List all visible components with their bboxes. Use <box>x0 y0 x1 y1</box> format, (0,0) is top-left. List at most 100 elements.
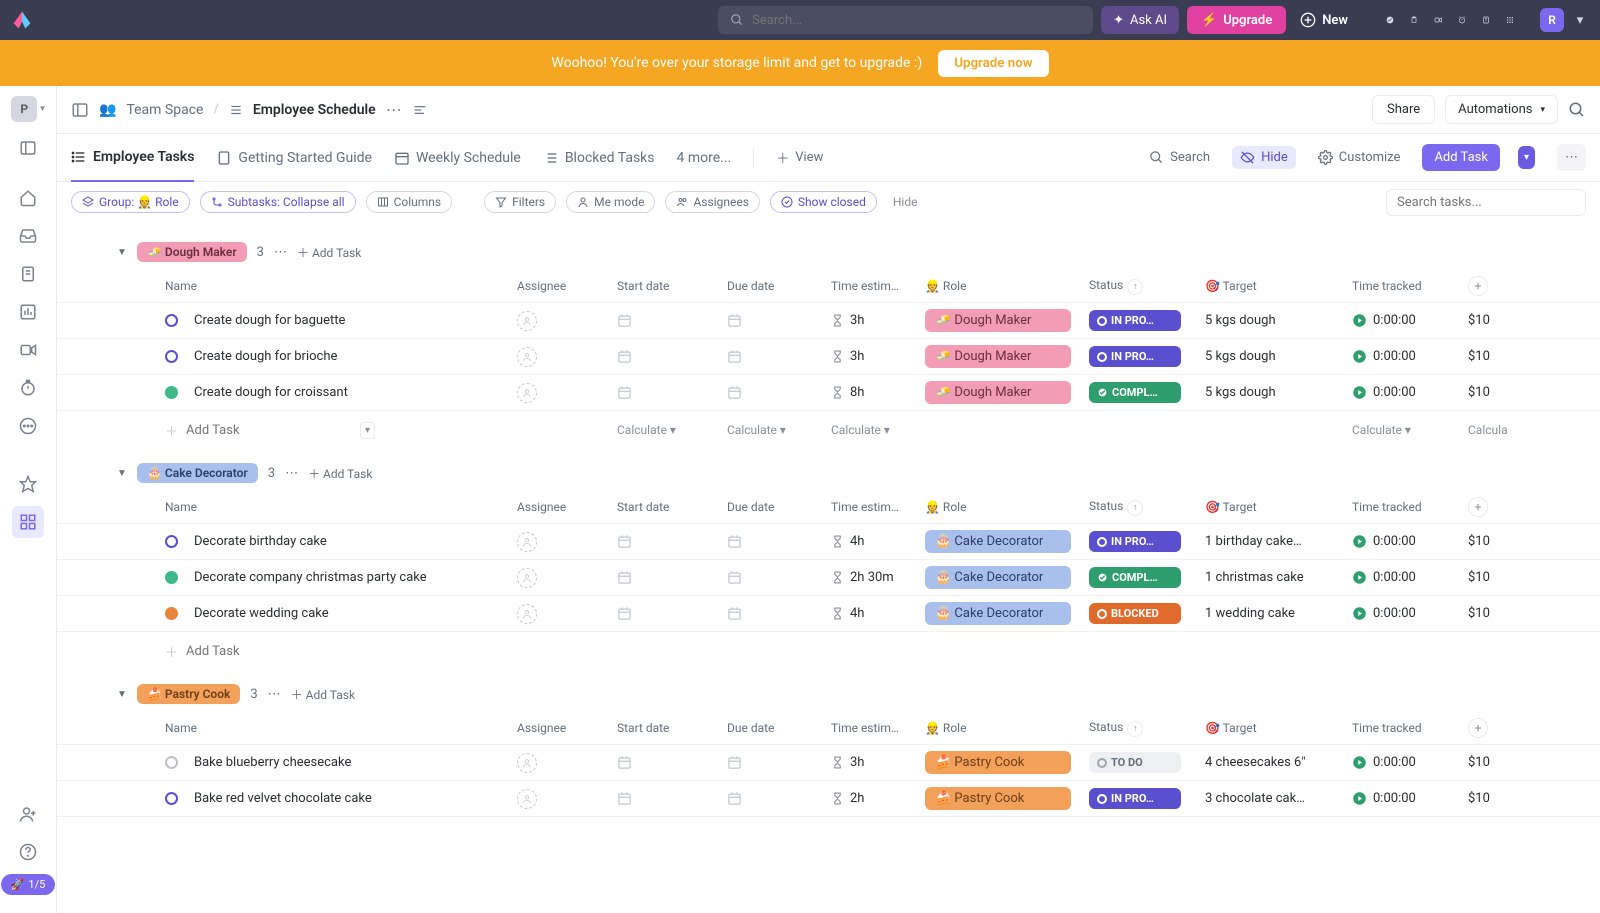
text-align-icon[interactable] <box>412 102 428 118</box>
notepad-icon[interactable] <box>1478 12 1494 28</box>
tab-more[interactable]: 4 more... <box>677 134 732 182</box>
upgrade-button[interactable]: ⚡ Upgrade <box>1187 6 1286 34</box>
invite-icon[interactable] <box>12 798 44 830</box>
breadcrumb-space[interactable]: Team Space <box>126 102 203 118</box>
video-icon[interactable] <box>1430 12 1446 28</box>
status-dot-icon[interactable] <box>165 756 178 769</box>
group-label-chip[interactable]: 🎂 Cake Decorator <box>137 463 258 483</box>
due-date-cell[interactable] <box>727 570 831 585</box>
inbox-icon[interactable] <box>12 220 44 252</box>
task-name-cell[interactable]: Decorate birthday cake <box>165 534 517 549</box>
plus-icon[interactable]: ＋ <box>165 642 178 661</box>
clips-icon[interactable] <box>12 334 44 366</box>
role-cell[interactable]: 🍰 Pastry Cook <box>925 751 1089 774</box>
chevron-down-icon[interactable]: ▾ <box>40 104 45 114</box>
show-closed-pill[interactable]: Show closed <box>770 191 877 213</box>
start-date-cell[interactable] <box>617 349 727 364</box>
add-task-button[interactable]: Add Task <box>1422 144 1500 171</box>
add-column-button[interactable]: + <box>1468 276 1508 296</box>
favorites-icon[interactable] <box>12 468 44 500</box>
status-cell[interactable]: COMPL… <box>1089 382 1205 403</box>
target-cell[interactable]: 3 chocolate cak… <box>1205 791 1352 806</box>
calculate-cost[interactable]: Calcula <box>1468 423 1508 437</box>
time-estimate-cell[interactable]: 3h <box>831 313 925 328</box>
user-avatar[interactable]: R <box>1540 8 1564 32</box>
group-add-task[interactable]: ＋ Add Task <box>297 244 361 261</box>
column-time-tracked[interactable]: Time tracked <box>1352 279 1468 293</box>
assign-placeholder-icon[interactable] <box>517 604 537 624</box>
apps-grid-icon[interactable] <box>1502 12 1518 28</box>
target-cell[interactable]: 1 birthday cake… <box>1205 534 1352 549</box>
target-cell[interactable]: 1 christmas cake <box>1205 570 1352 585</box>
banner-upgrade-button[interactable]: Upgrade now <box>938 50 1048 77</box>
column-time-estimate[interactable]: Time estim… <box>831 279 925 293</box>
me-mode-pill[interactable]: Me mode <box>566 191 655 213</box>
column-target[interactable]: 🎯 Target <box>1205 279 1352 293</box>
role-cell[interactable]: 🧈 Dough Maker <box>925 309 1089 332</box>
task-search-box[interactable] <box>1386 189 1586 216</box>
add-column-button[interactable]: + <box>1468 718 1508 738</box>
task-name-cell[interactable]: Decorate wedding cake <box>165 606 517 621</box>
docs-icon[interactable] <box>12 258 44 290</box>
due-date-cell[interactable] <box>727 385 831 400</box>
task-row[interactable]: Bake blueberry cheesecake 3h 🍰 Pastry Co… <box>57 745 1600 781</box>
cost-cell[interactable]: $10 <box>1468 385 1508 400</box>
group-add-task[interactable]: ＋ Add Task <box>291 686 355 703</box>
cost-cell[interactable]: $10 <box>1468 791 1508 806</box>
automations-button[interactable]: Automations ▾ <box>1445 95 1558 124</box>
hide-button[interactable]: Hide <box>1232 146 1296 169</box>
subtasks-pill[interactable]: Subtasks: Collapse all <box>200 191 356 213</box>
status-dot-icon[interactable] <box>165 386 178 399</box>
column-status[interactable]: Status↑ <box>1089 499 1205 516</box>
time-tracked-cell[interactable]: 0:00:00 <box>1352 313 1468 328</box>
tab-employee-tasks[interactable]: Employee Tasks <box>71 134 194 182</box>
role-cell[interactable]: 🎂 Cake Decorator <box>925 566 1089 589</box>
assignee-cell[interactable] <box>517 311 617 331</box>
start-date-cell[interactable] <box>617 791 727 806</box>
start-date-cell[interactable] <box>617 755 727 770</box>
task-row[interactable]: Create dough for croissant 8h 🧈 Dough Ma… <box>57 375 1600 411</box>
collapse-group-icon[interactable]: ▼ <box>117 689 127 700</box>
time-tracked-cell[interactable]: 0:00:00 <box>1352 755 1468 770</box>
status-cell[interactable]: IN PRO… <box>1089 310 1205 331</box>
role-cell[interactable]: 🎂 Cake Decorator <box>925 602 1089 625</box>
target-cell[interactable]: 4 cheesecakes 6" <box>1205 755 1352 770</box>
global-search[interactable] <box>718 6 1093 34</box>
add-task-dropdown-icon[interactable]: ▾ <box>360 422 375 439</box>
time-tracked-cell[interactable]: 0:00:00 <box>1352 534 1468 549</box>
cost-cell[interactable]: $10 <box>1468 755 1508 770</box>
tab-weekly-schedule[interactable]: Weekly Schedule <box>394 134 521 182</box>
calculate-start[interactable]: Calculate ▾ <box>617 423 727 437</box>
play-icon[interactable] <box>1352 570 1367 585</box>
assignee-cell[interactable] <box>517 383 617 403</box>
play-icon[interactable] <box>1352 349 1367 364</box>
group-label-chip[interactable]: 🧈 Dough Maker <box>137 242 247 262</box>
task-name-cell[interactable]: Create dough for brioche <box>165 349 517 364</box>
collapse-sidebar-icon[interactable] <box>71 101 89 119</box>
assignee-cell[interactable] <box>517 532 617 552</box>
add-task-input[interactable] <box>186 423 352 438</box>
add-view-button[interactable]: ＋ View <box>776 148 823 167</box>
due-date-cell[interactable] <box>727 755 831 770</box>
column-assignee[interactable]: Assignee <box>517 500 617 514</box>
column-time-tracked[interactable]: Time tracked <box>1352 721 1468 735</box>
column-start-date[interactable]: Start date <box>617 500 727 514</box>
task-row[interactable]: Decorate birthday cake 4h 🎂 Cake Decorat… <box>57 524 1600 560</box>
status-cell[interactable]: IN PRO… <box>1089 788 1205 809</box>
assignee-cell[interactable] <box>517 347 617 367</box>
spaces-icon[interactable] <box>12 506 44 538</box>
chevron-down-icon[interactable]: ▾ <box>1572 12 1588 28</box>
cost-cell[interactable]: $10 <box>1468 534 1508 549</box>
column-due-date[interactable]: Due date <box>727 721 831 735</box>
play-icon[interactable] <box>1352 534 1367 549</box>
columns-pill[interactable]: Columns <box>366 191 453 213</box>
customize-button[interactable]: Customize <box>1318 150 1401 165</box>
collapse-group-icon[interactable]: ▼ <box>117 468 127 479</box>
home-icon[interactable] <box>12 182 44 214</box>
time-estimate-cell[interactable]: 8h <box>831 385 925 400</box>
target-cell[interactable]: 5 kgs dough <box>1205 349 1352 364</box>
workspace-switcher[interactable]: P <box>11 96 37 122</box>
due-date-cell[interactable] <box>727 534 831 549</box>
status-dot-icon[interactable] <box>165 607 178 620</box>
assignee-cell[interactable] <box>517 753 617 773</box>
